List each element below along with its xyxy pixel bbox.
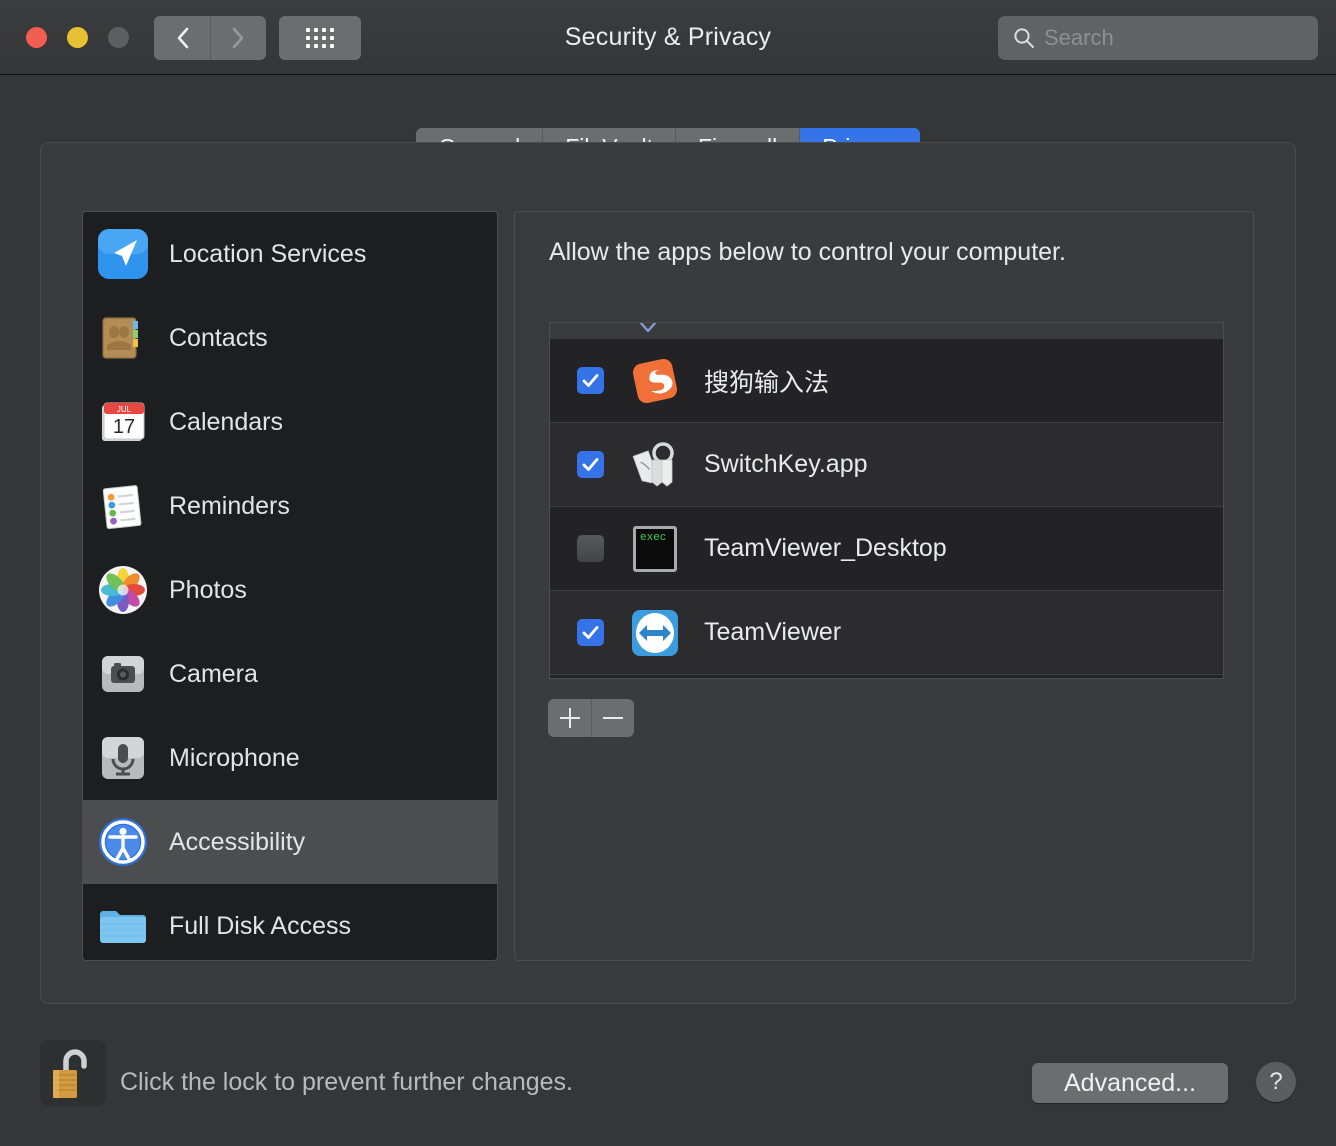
app-permission-pane: Allow the apps below to control your com… xyxy=(514,211,1254,961)
list-header xyxy=(550,323,1223,339)
chevron-down-icon xyxy=(639,323,657,333)
sidebar-item-label: Microphone xyxy=(169,743,300,772)
lock-button[interactable] xyxy=(40,1040,106,1106)
minus-icon xyxy=(603,708,623,728)
sidebar-item-label: Contacts xyxy=(169,323,268,352)
reminders-list-icon xyxy=(97,480,149,532)
app-permission-checkbox[interactable] xyxy=(577,619,604,646)
search-field[interactable] xyxy=(998,16,1332,60)
checkmark-icon xyxy=(582,374,599,387)
accessibility-person-icon xyxy=(97,816,149,868)
sidebar-item-accessibility[interactable]: Accessibility xyxy=(83,800,497,884)
sidebar-item-microphone[interactable]: Microphone xyxy=(83,716,497,800)
privacy-category-sidebar[interactable]: Location Services Contacts JUL 17 Calendars R… xyxy=(82,211,498,961)
add-remove-buttons xyxy=(548,699,634,737)
camera-icon xyxy=(97,648,149,700)
sogou-input-icon xyxy=(628,354,682,408)
sidebar-item-label: Full Disk Access xyxy=(169,911,351,940)
sidebar-item-location-services[interactable]: Location Services xyxy=(83,212,497,296)
sidebar-item-label: Camera xyxy=(169,659,258,688)
checkmark-icon xyxy=(582,458,599,471)
terminal-exec-icon: exec xyxy=(628,522,682,576)
search-input[interactable] xyxy=(1044,25,1332,51)
app-name-label: TeamViewer xyxy=(704,618,842,646)
remove-app-button[interactable] xyxy=(591,699,634,737)
sidebar-item-label: Reminders xyxy=(169,491,290,520)
allowed-apps-list[interactable]: 搜狗输入法 SwitchKey.app exec TeamViewer_Desktop… xyxy=(549,322,1224,679)
sidebar-item-label: Photos xyxy=(169,575,247,604)
address-book-icon xyxy=(97,312,149,364)
app-row[interactable]: SwitchKey.app xyxy=(550,423,1223,507)
location-arrow-icon xyxy=(97,228,149,280)
svg-text:exec: exec xyxy=(640,532,666,544)
teamviewer-arrow-icon xyxy=(628,606,682,660)
sidebar-item-camera[interactable]: Camera xyxy=(83,632,497,716)
window-titlebar: Security & Privacy xyxy=(0,0,1336,75)
open-padlock-icon xyxy=(40,1040,106,1106)
blue-folder-icon xyxy=(97,900,149,952)
security-privacy-window: Security & Privacy GeneralFileVaultFirew… xyxy=(0,0,1336,1146)
sidebar-item-label: Calendars xyxy=(169,407,283,436)
key-tags-icon xyxy=(628,438,682,492)
app-permission-checkbox[interactable] xyxy=(577,451,604,478)
plus-icon xyxy=(559,708,580,728)
lock-message: Click the lock to prevent further change… xyxy=(120,1068,574,1096)
app-permission-checkbox[interactable] xyxy=(577,367,604,394)
sidebar-item-reminders[interactable]: Reminders xyxy=(83,464,497,548)
app-name-label: 搜狗输入法 xyxy=(704,368,830,397)
advanced-button[interactable]: Advanced... xyxy=(1032,1063,1228,1103)
help-button[interactable]: ? xyxy=(1256,1062,1296,1102)
privacy-panel: Location Services Contacts JUL 17 Calendars R… xyxy=(40,142,1296,1004)
app-name-label: SwitchKey.app xyxy=(704,450,868,478)
app-permission-checkbox[interactable] xyxy=(577,535,604,562)
app-row[interactable]: exec TeamViewer_Desktop xyxy=(550,507,1223,591)
app-name-label: TeamViewer_Desktop xyxy=(704,534,947,562)
checkmark-icon xyxy=(582,626,599,639)
sidebar-item-calendars[interactable]: JUL 17 Calendars xyxy=(83,380,497,464)
sidebar-item-full-disk-access[interactable]: Full Disk Access xyxy=(83,884,497,960)
sidebar-item-label: Location Services xyxy=(169,239,367,268)
add-app-button[interactable] xyxy=(548,699,591,737)
svg-text:17: 17 xyxy=(113,416,135,438)
sidebar-item-contacts[interactable]: Contacts xyxy=(83,296,497,380)
svg-text:JUL: JUL xyxy=(117,405,132,414)
microphone-icon xyxy=(97,732,149,784)
app-row[interactable]: 搜狗输入法 xyxy=(550,339,1223,423)
calendar-icon: JUL 17 xyxy=(97,396,149,448)
sidebar-item-label: Accessibility xyxy=(169,827,306,856)
search-icon xyxy=(1014,28,1034,48)
pane-description: Allow the apps below to control your com… xyxy=(549,238,1066,266)
sidebar-item-photos[interactable]: Photos xyxy=(83,548,497,632)
app-row[interactable]: TeamViewer xyxy=(550,591,1223,675)
photos-flower-icon xyxy=(97,564,149,616)
